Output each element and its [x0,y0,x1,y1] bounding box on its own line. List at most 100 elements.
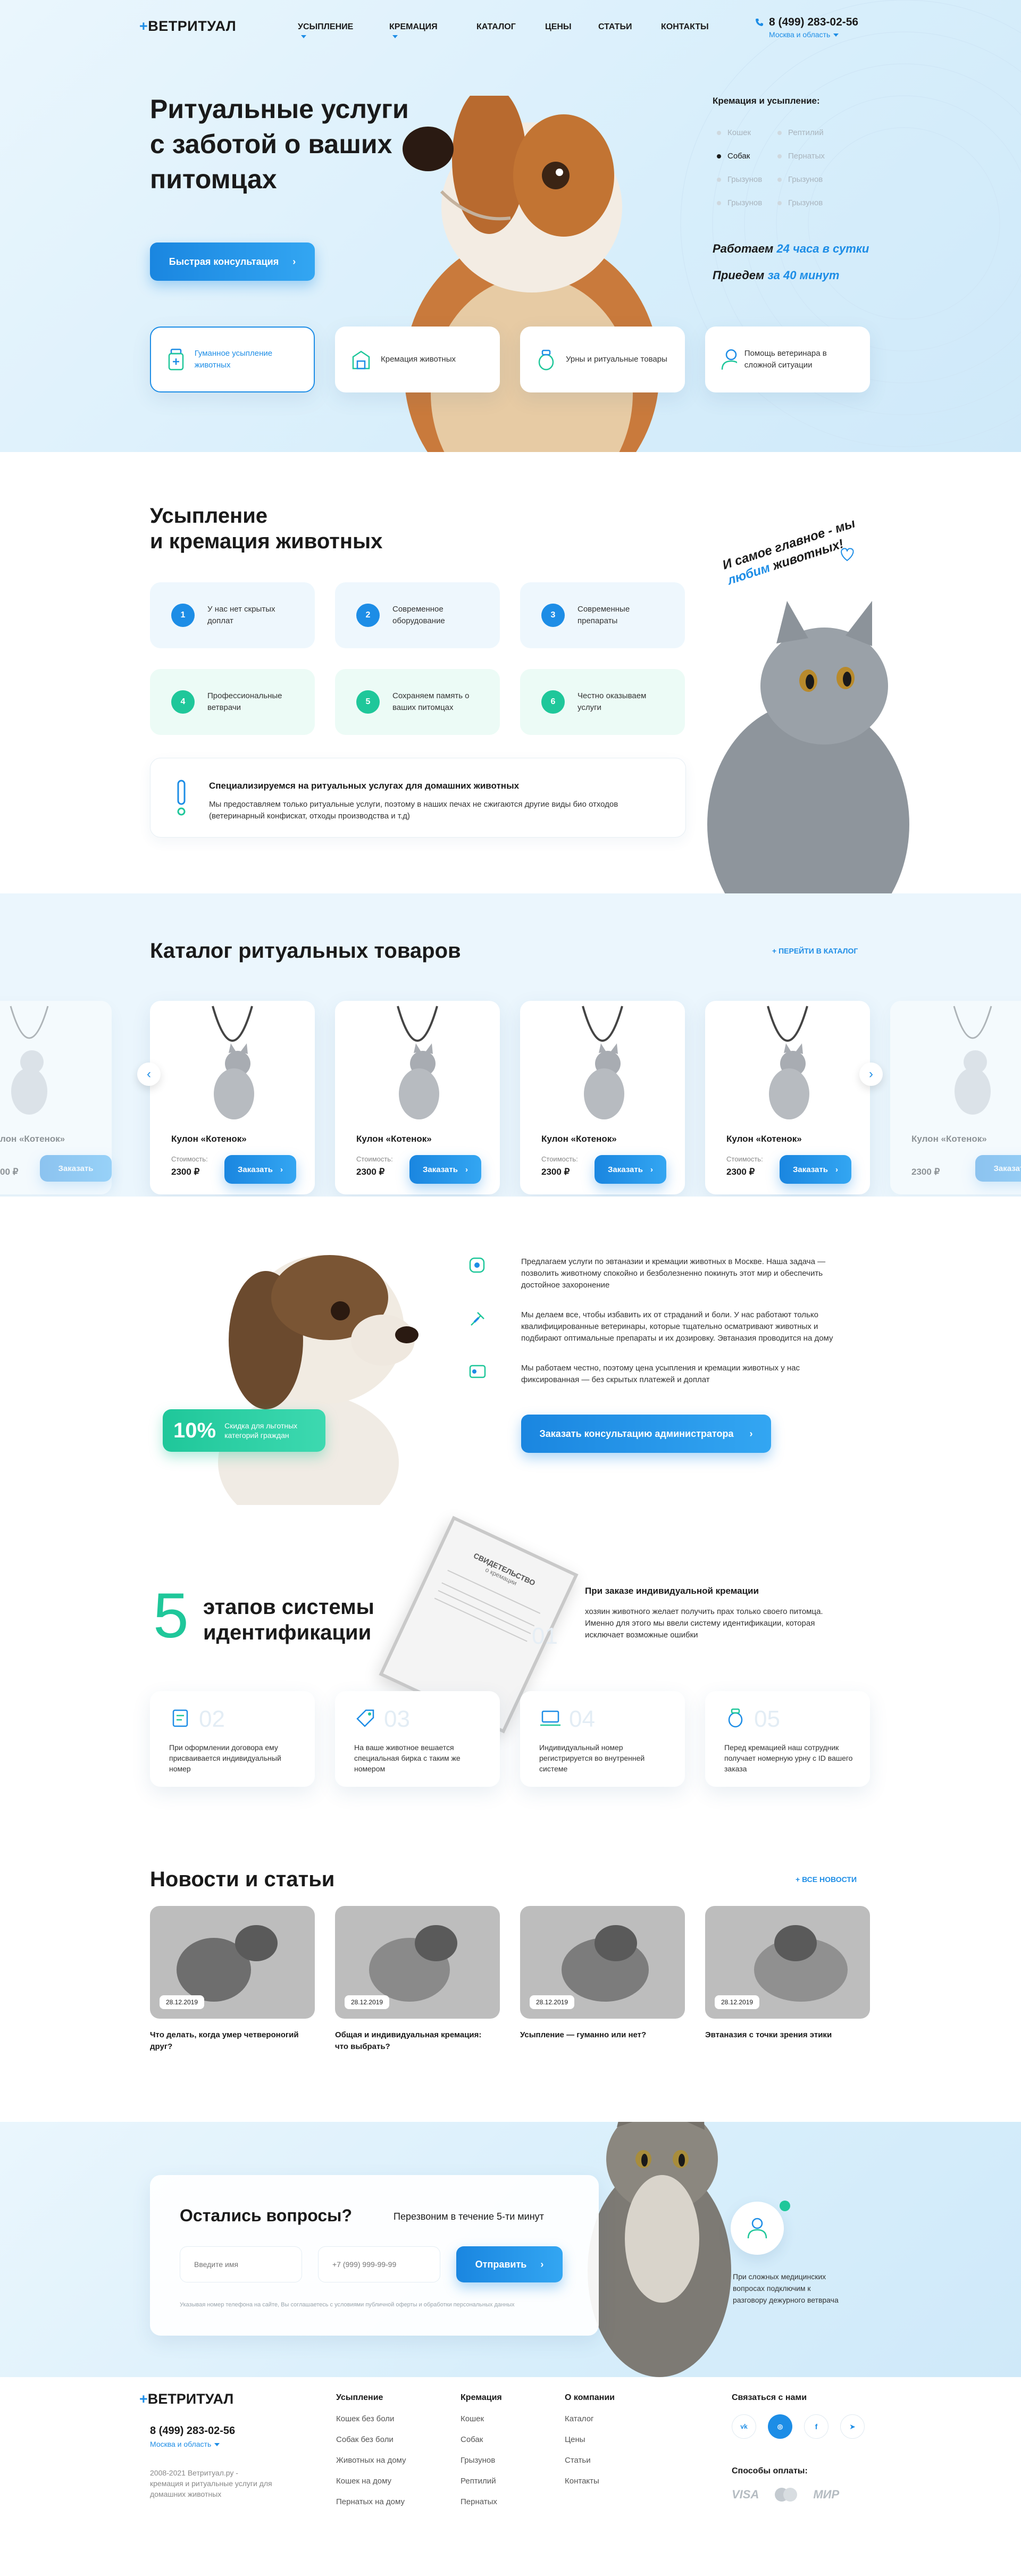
telegram-icon[interactable]: ➤ [840,2414,865,2439]
product-price: 2300 ₽ [911,1167,940,1177]
order-button[interactable]: Заказать › [409,1155,481,1184]
feature-number: 6 [541,690,565,714]
header-phone[interactable]: 8 (499) 283-02-56 [769,16,858,29]
side-item[interactable]: Пернатых [777,145,825,168]
footer-phone[interactable]: 8 (499) 283-02-56 [150,2425,235,2437]
catalog-link[interactable]: + ПЕРЕЙТИ В КАТАЛОГ [772,947,858,955]
footer-link[interactable]: Кошек без боли [336,2414,406,2423]
footer-column-title: Усыпление [336,2393,383,2402]
footer-link[interactable]: Пернатых [461,2497,502,2506]
news-title[interactable]: Что делать, когда умер четвероногий друг… [150,2029,309,2053]
fluffy-cat-image [588,2122,731,2377]
service-card-vet-help[interactable]: Помощь ветеринара в сложной ситуации [705,327,870,392]
logo[interactable]: +ВЕТРИТУАЛ [139,18,236,35]
admin-consult-button[interactable]: Заказать консультацию администратора › [521,1415,771,1453]
submit-button[interactable]: Отправить › [456,2246,563,2282]
nav-prices[interactable]: ЦЕНЫ [545,22,572,32]
service-card-urns[interactable]: Урны и ритуальные товары [520,327,685,392]
footer-logo[interactable]: +ВЕТРИТУАЛ [139,2391,233,2407]
footer-link[interactable]: Рептилий [461,2477,502,2486]
footer-link[interactable]: Пернатых на дому [336,2497,406,2506]
footer-link[interactable]: Грызунов [461,2456,502,2465]
news-date: 28.12.2019 [715,1995,760,2009]
news-card[interactable]: 28.12.2019 Эвтаназия с точки зрения этик… [705,1906,870,2055]
footer-region-select[interactable]: Москва и область [150,2440,220,2448]
footer-copyright: 2008-2021 Ветритуал.ру - кремация и риту… [150,2469,272,2498]
stage-card: 05 Перед кремацией наш сотрудник получае… [705,1691,870,1787]
nav-articles[interactable]: СТАТЬИ [598,22,632,32]
news-date: 28.12.2019 [530,1995,575,2009]
nav-cremation[interactable]: КРЕМАЦИЯ [389,22,438,41]
footer-link[interactable]: Статьи [565,2456,615,2465]
quick-consult-button[interactable]: Быстрая консультация › [150,242,315,281]
feature-card: 5 Сохраняем память о ваших питомцах [335,669,500,735]
order-button[interactable]: Заказать › [780,1155,851,1184]
stage-card: 03 На ваше животное вешается специальная… [335,1691,500,1787]
about-section: Усыпление и кремация животных 1 У нас нет… [0,452,1021,893]
product-card[interactable]: Кулон «Котенок» Стоимость: 2300 ₽ Заказа… [335,1001,500,1194]
footer-link[interactable]: Собак без боли [336,2435,406,2444]
product-card[interactable]: Кулон «Котенок» Стоимость: 2300 ₽ Заказа… [520,1001,685,1194]
footer-link[interactable]: Контакты [565,2477,615,2486]
side-item[interactable]: Рептилий [777,121,825,145]
discount-value: 10% [173,1418,216,1442]
stage-number: 05 [754,1706,780,1732]
stage-number: 04 [569,1706,595,1732]
feature-label: Честно оказываем услуги [578,691,647,712]
stage-text: Индивидуальный номер регистрируется во в… [539,1743,645,1773]
side-item[interactable]: Собак [717,145,762,168]
feature-number: 3 [541,604,565,627]
product-price: 2300 ₽ [356,1167,385,1177]
news-title[interactable]: Общая и индивидуальная кремация: что выб… [335,2029,495,2053]
nav-euthanasia[interactable]: УСЫПЛЕНИЕ [298,22,353,41]
cat-pendant-image [212,1006,254,1119]
note-text: Мы предоставляем только ритуальные услуг… [209,800,618,821]
side-item[interactable]: Грызунов [777,168,825,191]
beagle-dog-image [218,1255,419,1505]
service-card-cremation[interactable]: Кремация животных [335,327,500,392]
stage-num-01: 01 [532,1623,558,1649]
footer-link[interactable]: Кошек [461,2414,502,2423]
news-card[interactable]: 28.12.2019 Что делать, когда умер четвер… [150,1906,315,2055]
service-card-euthanasia[interactable]: Гуманное усыпление животных [150,327,315,392]
vk-icon[interactable]: vk [732,2414,756,2439]
name-input[interactable] [180,2246,302,2282]
instagram-icon[interactable]: ◎ [768,2414,792,2439]
region-select[interactable]: Москва и область [769,30,839,39]
stages-number: 5 [153,1580,189,1651]
phone-input[interactable] [318,2246,440,2282]
news-card[interactable]: 28.12.2019 Усыпление — гуманно или нет? [520,1906,685,2055]
discount-badge: 10% Скидка для льготных категорий гражда… [163,1409,325,1452]
order-button[interactable]: Заказать › [595,1155,666,1184]
footer-link[interactable]: Животных на дому [336,2456,406,2465]
carousel-next-button[interactable]: › [859,1063,883,1086]
news-card[interactable]: 28.12.2019 Общая и индивидуальная кремац… [335,1906,500,2055]
footer-link[interactable]: Кошек на дому [336,2477,406,2486]
news-date: 28.12.2019 [345,1995,390,2009]
syringe-icon [471,1312,484,1326]
footer-link[interactable]: Каталог [565,2414,615,2423]
feature-label: Профессиональные ветврачи [207,691,282,712]
side-item[interactable]: Грызунов [777,191,825,215]
payment-title: Способы оплаты: [732,2466,808,2475]
carousel-prev-button[interactable]: ‹ [137,1063,161,1086]
pendant-image [953,1006,992,1115]
footer-link[interactable]: Цены [565,2435,615,2444]
all-news-link[interactable]: + ВСЕ НОВОСТИ [796,1875,857,1884]
order-button[interactable]: Заказать › [224,1155,296,1184]
mastercard-icon [775,2488,798,2502]
news-title[interactable]: Эвтаназия с точки зрения этики [705,2029,865,2041]
nav-catalog[interactable]: КАТАЛОГ [476,22,516,32]
news-title[interactable]: Усыпление — гуманно или нет? [520,2029,680,2041]
footer-link[interactable]: Собак [461,2435,502,2444]
facebook-icon[interactable]: f [804,2414,828,2439]
product-card[interactable]: Кулон «Котенок» Стоимость: 2300 ₽ Заказа… [150,1001,315,1194]
product-card[interactable]: Кулон «Котенок» Стоимость: 2300 ₽ Заказа… [705,1001,870,1194]
nav-contacts[interactable]: КОНТАКТЫ [661,22,709,32]
visa-icon: VISA [732,2488,759,2501]
side-item[interactable]: Кошек [717,121,762,145]
side-item[interactable]: Грызунов [717,168,762,191]
price-label: Стоимость: [356,1155,393,1163]
side-item[interactable]: Грызунов [717,191,762,215]
side-list-title: Кремация и усыпление: [713,96,820,106]
